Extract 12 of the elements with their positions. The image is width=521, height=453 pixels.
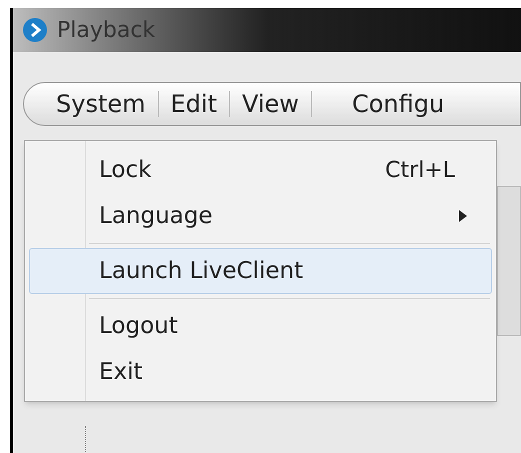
menu-option[interactable]: Logout — [29, 303, 492, 349]
window-title: Playback — [57, 16, 156, 44]
app-icon — [21, 16, 49, 44]
menu-item[interactable]: Edit — [158, 86, 229, 122]
shortcut-label: Ctrl+L — [385, 156, 455, 184]
menu-item[interactable]: Configu — [312, 86, 456, 122]
menu-option[interactable]: Language — [29, 193, 492, 239]
menu-option[interactable]: Exit — [29, 349, 492, 395]
menu-item[interactable]: View — [230, 86, 311, 122]
menu-option[interactable]: Launch LiveClient — [29, 248, 492, 294]
menu-option[interactable]: Lock Ctrl+L — [29, 147, 492, 193]
menu-item[interactable]: System — [44, 86, 158, 122]
